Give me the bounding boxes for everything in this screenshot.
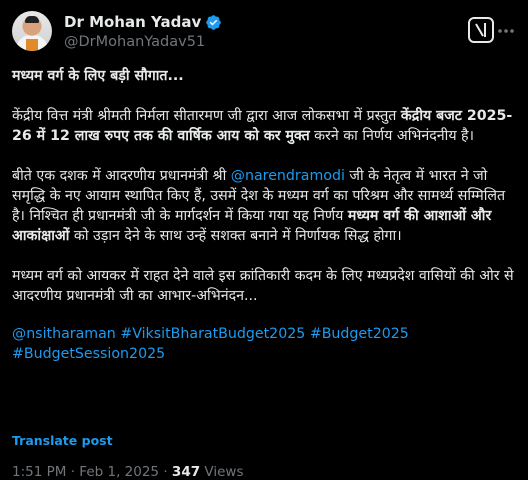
avatar-scarf	[26, 39, 38, 51]
author-handle[interactable]: @DrMohanYadav51	[64, 34, 205, 50]
hashtag-viksitbharatbudget2025[interactable]: #ViksitBharatBudget2025	[120, 326, 305, 342]
mention-nsitharaman[interactable]: @nsitharaman	[12, 326, 116, 342]
post-meta: 1:51 PM · Feb 1, 2025 · 347 Views	[12, 464, 244, 480]
verified-badge-icon	[206, 14, 222, 30]
translate-post-link[interactable]: Translate post	[12, 433, 113, 448]
post-time[interactable]: 1:51 PM	[12, 464, 66, 480]
post-heading: मध्यम वर्ग के लिए बड़ी सौगात...	[12, 68, 184, 84]
paragraph-budget: केंद्रीय वित्त मंत्री श्रीमती निर्मला सी…	[12, 108, 513, 144]
post-date[interactable]: Feb 1, 2025	[79, 464, 159, 480]
hashtag-budgetsession2025[interactable]: #BudgetSession2025	[12, 346, 165, 362]
post-text: मध्यम वर्ग के लिए बड़ी सौगात... केंद्रीय…	[12, 58, 514, 364]
more-options-icon[interactable]	[496, 21, 516, 41]
author-name[interactable]: Dr Mohan Yadav	[64, 13, 201, 31]
grok-button[interactable]	[468, 17, 494, 43]
paragraph-pm: बीते एक दशक में आदरणीय प्रधानमंत्री श्री…	[12, 168, 506, 244]
avatar-hair	[25, 16, 39, 23]
paragraph-thanks: मध्यम वर्ग को आयकर में राहत देने वाले इस…	[12, 268, 514, 304]
grok-icon	[475, 23, 486, 37]
hashtag-budget2025[interactable]: #Budget2025	[310, 326, 409, 342]
views-label: Views	[204, 464, 244, 480]
post-header: Dr Mohan Yadav @DrMohanYadav51	[12, 11, 516, 59]
views-count: 347	[171, 464, 201, 480]
avatar[interactable]	[12, 11, 52, 51]
hashtags: @nsitharaman #ViksitBharatBudget2025 #Bu…	[12, 324, 514, 364]
author-name-row: Dr Mohan Yadav	[64, 13, 222, 31]
mention-narendramodi[interactable]: @narendramodi	[231, 168, 345, 184]
